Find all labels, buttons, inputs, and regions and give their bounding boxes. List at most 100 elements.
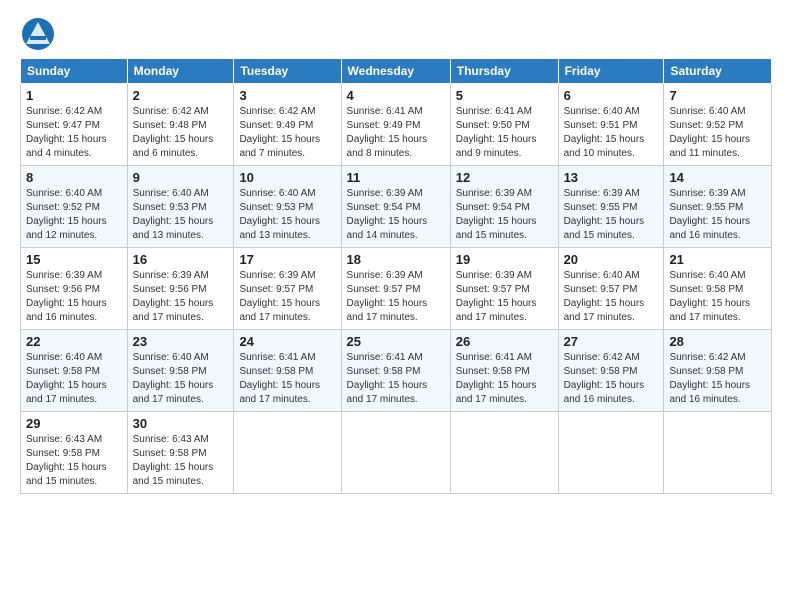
logo	[20, 16, 60, 52]
sunset-label: Sunset: 9:54 PM	[347, 202, 421, 213]
daylight-label: Daylight: 15 hours and 14 minutes.	[347, 216, 428, 241]
calendar-cell	[234, 412, 341, 494]
calendar-cell: 12 Sunrise: 6:39 AM Sunset: 9:54 PM Dayl…	[450, 166, 558, 248]
sunset-label: Sunset: 9:58 PM	[669, 366, 743, 377]
col-tuesday: Tuesday	[234, 59, 341, 84]
sunrise-label: Sunrise: 6:40 AM	[669, 106, 745, 117]
day-number: 28	[669, 334, 766, 349]
sunset-label: Sunset: 9:58 PM	[133, 366, 207, 377]
header	[20, 16, 772, 52]
day-info: Sunrise: 6:39 AM Sunset: 9:55 PM Dayligh…	[669, 187, 766, 243]
calendar-cell: 10 Sunrise: 6:40 AM Sunset: 9:53 PM Dayl…	[234, 166, 341, 248]
calendar-cell: 30 Sunrise: 6:43 AM Sunset: 9:58 PM Dayl…	[127, 412, 234, 494]
daylight-label: Daylight: 15 hours and 4 minutes.	[26, 134, 107, 159]
sunrise-label: Sunrise: 6:40 AM	[26, 352, 102, 363]
col-saturday: Saturday	[664, 59, 772, 84]
day-info: Sunrise: 6:41 AM Sunset: 9:58 PM Dayligh…	[347, 351, 445, 407]
calendar-cell: 27 Sunrise: 6:42 AM Sunset: 9:58 PM Dayl…	[558, 330, 664, 412]
sunrise-label: Sunrise: 6:39 AM	[239, 270, 315, 281]
day-number: 29	[26, 416, 122, 431]
sunset-label: Sunset: 9:55 PM	[564, 202, 638, 213]
daylight-label: Daylight: 15 hours and 17 minutes.	[347, 380, 428, 405]
day-info: Sunrise: 6:41 AM Sunset: 9:58 PM Dayligh…	[456, 351, 553, 407]
sunset-label: Sunset: 9:58 PM	[133, 448, 207, 459]
daylight-label: Daylight: 15 hours and 11 minutes.	[669, 134, 750, 159]
day-info: Sunrise: 6:41 AM Sunset: 9:58 PM Dayligh…	[239, 351, 335, 407]
calendar-cell: 15 Sunrise: 6:39 AM Sunset: 9:56 PM Dayl…	[21, 248, 128, 330]
day-number: 7	[669, 88, 766, 103]
sunrise-label: Sunrise: 6:40 AM	[133, 188, 209, 199]
daylight-label: Daylight: 15 hours and 12 minutes.	[26, 216, 107, 241]
calendar-cell: 23 Sunrise: 6:40 AM Sunset: 9:58 PM Dayl…	[127, 330, 234, 412]
day-info: Sunrise: 6:39 AM Sunset: 9:57 PM Dayligh…	[456, 269, 553, 325]
sunrise-label: Sunrise: 6:40 AM	[239, 188, 315, 199]
daylight-label: Daylight: 15 hours and 16 minutes.	[669, 380, 750, 405]
day-info: Sunrise: 6:41 AM Sunset: 9:49 PM Dayligh…	[347, 105, 445, 161]
day-info: Sunrise: 6:40 AM Sunset: 9:58 PM Dayligh…	[669, 269, 766, 325]
calendar-week-4: 29 Sunrise: 6:43 AM Sunset: 9:58 PM Dayl…	[21, 412, 772, 494]
sunset-label: Sunset: 9:57 PM	[564, 284, 638, 295]
calendar-cell: 8 Sunrise: 6:40 AM Sunset: 9:52 PM Dayli…	[21, 166, 128, 248]
col-monday: Monday	[127, 59, 234, 84]
day-number: 24	[239, 334, 335, 349]
sunset-label: Sunset: 9:53 PM	[133, 202, 207, 213]
day-number: 2	[133, 88, 229, 103]
sunset-label: Sunset: 9:58 PM	[347, 366, 421, 377]
calendar-cell: 4 Sunrise: 6:41 AM Sunset: 9:49 PM Dayli…	[341, 84, 450, 166]
sunrise-label: Sunrise: 6:40 AM	[564, 106, 640, 117]
daylight-label: Daylight: 15 hours and 13 minutes.	[133, 216, 214, 241]
sunrise-label: Sunrise: 6:42 AM	[26, 106, 102, 117]
sunrise-label: Sunrise: 6:41 AM	[456, 106, 532, 117]
calendar-cell: 2 Sunrise: 6:42 AM Sunset: 9:48 PM Dayli…	[127, 84, 234, 166]
sunset-label: Sunset: 9:48 PM	[133, 120, 207, 131]
calendar-week-1: 8 Sunrise: 6:40 AM Sunset: 9:52 PM Dayli…	[21, 166, 772, 248]
sunset-label: Sunset: 9:56 PM	[133, 284, 207, 295]
day-info: Sunrise: 6:39 AM Sunset: 9:56 PM Dayligh…	[133, 269, 229, 325]
sunrise-label: Sunrise: 6:39 AM	[456, 270, 532, 281]
day-info: Sunrise: 6:39 AM Sunset: 9:55 PM Dayligh…	[564, 187, 659, 243]
sunset-label: Sunset: 9:56 PM	[26, 284, 100, 295]
daylight-label: Daylight: 15 hours and 17 minutes.	[456, 298, 537, 323]
calendar-cell	[664, 412, 772, 494]
calendar-cell: 6 Sunrise: 6:40 AM Sunset: 9:51 PM Dayli…	[558, 84, 664, 166]
day-number: 17	[239, 252, 335, 267]
sunset-label: Sunset: 9:55 PM	[669, 202, 743, 213]
sunset-label: Sunset: 9:49 PM	[239, 120, 313, 131]
calendar-cell: 29 Sunrise: 6:43 AM Sunset: 9:58 PM Dayl…	[21, 412, 128, 494]
day-number: 6	[564, 88, 659, 103]
day-number: 4	[347, 88, 445, 103]
calendar-cell: 14 Sunrise: 6:39 AM Sunset: 9:55 PM Dayl…	[664, 166, 772, 248]
daylight-label: Daylight: 15 hours and 8 minutes.	[347, 134, 428, 159]
calendar-week-3: 22 Sunrise: 6:40 AM Sunset: 9:58 PM Dayl…	[21, 330, 772, 412]
sunrise-label: Sunrise: 6:43 AM	[133, 434, 209, 445]
daylight-label: Daylight: 15 hours and 9 minutes.	[456, 134, 537, 159]
day-info: Sunrise: 6:41 AM Sunset: 9:50 PM Dayligh…	[456, 105, 553, 161]
daylight-label: Daylight: 15 hours and 15 minutes.	[564, 216, 645, 241]
calendar-week-0: 1 Sunrise: 6:42 AM Sunset: 9:47 PM Dayli…	[21, 84, 772, 166]
day-info: Sunrise: 6:40 AM Sunset: 9:58 PM Dayligh…	[133, 351, 229, 407]
col-friday: Friday	[558, 59, 664, 84]
day-info: Sunrise: 6:43 AM Sunset: 9:58 PM Dayligh…	[133, 433, 229, 489]
sunset-label: Sunset: 9:58 PM	[26, 448, 100, 459]
day-number: 27	[564, 334, 659, 349]
day-info: Sunrise: 6:40 AM Sunset: 9:52 PM Dayligh…	[669, 105, 766, 161]
day-number: 20	[564, 252, 659, 267]
day-number: 16	[133, 252, 229, 267]
day-number: 23	[133, 334, 229, 349]
sunset-label: Sunset: 9:57 PM	[347, 284, 421, 295]
calendar-cell: 19 Sunrise: 6:39 AM Sunset: 9:57 PM Dayl…	[450, 248, 558, 330]
sunset-label: Sunset: 9:47 PM	[26, 120, 100, 131]
day-number: 22	[26, 334, 122, 349]
sunrise-label: Sunrise: 6:42 AM	[564, 352, 640, 363]
calendar-cell: 22 Sunrise: 6:40 AM Sunset: 9:58 PM Dayl…	[21, 330, 128, 412]
daylight-label: Daylight: 15 hours and 13 minutes.	[239, 216, 320, 241]
calendar-cell: 9 Sunrise: 6:40 AM Sunset: 9:53 PM Dayli…	[127, 166, 234, 248]
col-sunday: Sunday	[21, 59, 128, 84]
sunrise-label: Sunrise: 6:39 AM	[133, 270, 209, 281]
day-number: 9	[133, 170, 229, 185]
daylight-label: Daylight: 15 hours and 15 minutes.	[133, 462, 214, 487]
calendar-cell: 25 Sunrise: 6:41 AM Sunset: 9:58 PM Dayl…	[341, 330, 450, 412]
sunrise-label: Sunrise: 6:43 AM	[26, 434, 102, 445]
daylight-label: Daylight: 15 hours and 17 minutes.	[133, 380, 214, 405]
sunrise-label: Sunrise: 6:40 AM	[669, 270, 745, 281]
